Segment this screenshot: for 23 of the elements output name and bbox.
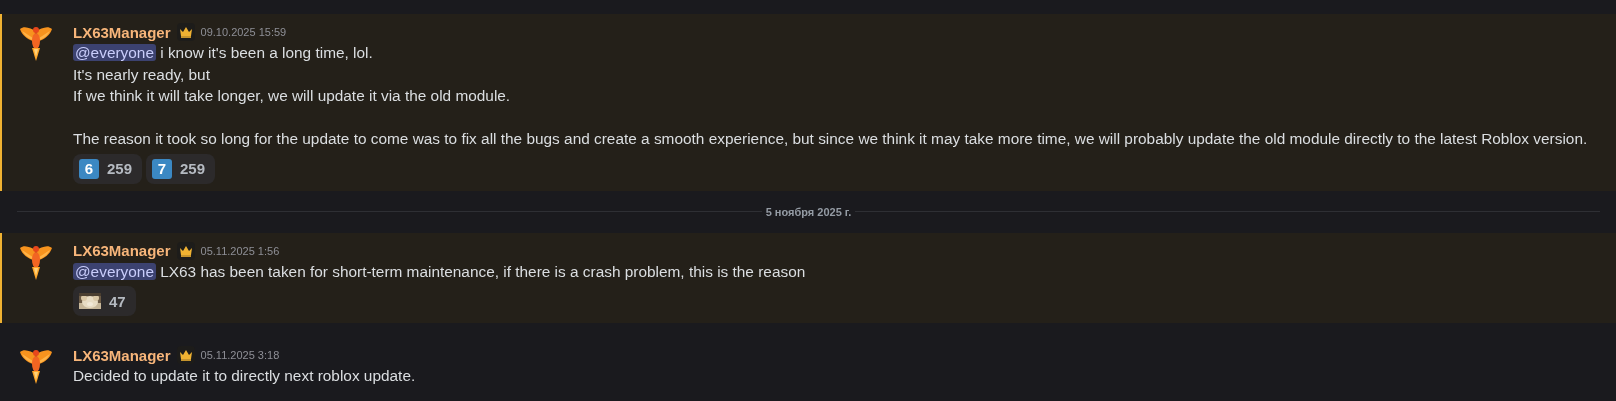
message-text: If we think it will take longer, we will update it via the old module. — [73, 86, 512, 106]
reaction-button[interactable]: 7 259 — [146, 153, 216, 184]
author-name[interactable]: LX63Manager — [73, 242, 171, 259]
crown-icon — [178, 26, 193, 38]
date-divider-label: 5 ноября 2025 г. — [764, 205, 853, 218]
reaction-button[interactable]: 47 — [73, 286, 136, 316]
message-text: LX63 has been taken for short-term maintenance, if there is a crash problem, this is the reason — [160, 262, 806, 280]
message-timestamp: 09.10.2025 15:59 — [200, 26, 287, 38]
mention-tag[interactable]: @everyone — [73, 44, 156, 61]
keycap-emoji: 6 — [79, 158, 99, 179]
crown-icon — [178, 244, 193, 257]
message-timestamp: 05.11.2025 1:56 — [200, 244, 280, 257]
mention-tag[interactable]: @everyone — [73, 262, 156, 280]
keycap-emoji: 7 — [152, 158, 173, 179]
reaction-button[interactable]: 6 259 — [73, 153, 143, 184]
message-text: It's nearly ready, but — [73, 64, 211, 85]
message-text: The reason it took so long for the update to come was to fix all the bugs and create a smooth experience, but since we think it may take more time, we will probably update the old module directly to the latest Roblox version. — [73, 129, 1589, 149]
crown-icon — [178, 349, 193, 361]
message-text: Decided to update it to directly next roblox update. — [73, 366, 417, 386]
message-text: i know it's been a long time, lol. — [160, 44, 373, 61]
message-timestamp: 05.11.2025 3:18 — [200, 349, 280, 361]
author-name[interactable]: LX63Manager — [73, 23, 171, 41]
author-name[interactable]: LX63Manager — [73, 346, 171, 364]
